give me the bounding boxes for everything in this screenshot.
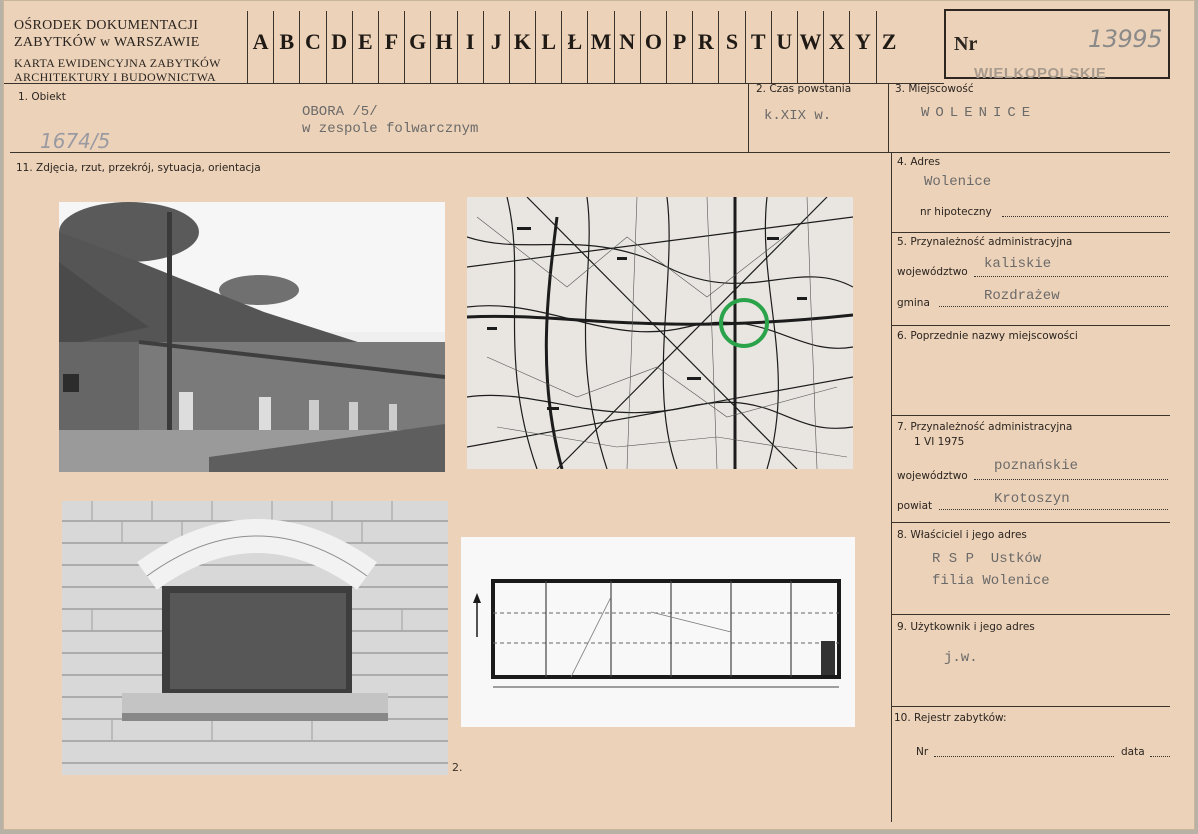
czas-value: k.XIX w. (764, 108, 832, 124)
index-letter: C (299, 11, 325, 83)
przynaleznosc-7-label: 7. Przynależność administracyjna (897, 421, 1073, 433)
institution-name: OŚRODEK DOKUMENTACJI ZABYTKÓW w WARSZAWI… (14, 17, 200, 51)
index-letter: X (823, 11, 849, 83)
rule (891, 232, 1170, 233)
gmina-line (939, 306, 1168, 307)
index-letter: K (508, 11, 535, 83)
index-letter: S (718, 11, 744, 83)
index-letter: E (351, 11, 378, 83)
rejestr-nr-line (934, 756, 1114, 757)
wojewodztwo-value: kaliskie (984, 256, 1052, 272)
rule (888, 83, 889, 152)
index-letter: W (796, 11, 823, 83)
index-letter: Y (849, 11, 875, 83)
wojewodztwo-7-value: poznańskie (994, 458, 1079, 474)
record-card: OŚRODEK DOKUMENTACJI ZABYTKÓW w WARSZAWI… (3, 0, 1195, 830)
rejestr-data-label: data (1121, 746, 1145, 758)
czas-label: 2. Czas powstania (756, 83, 852, 95)
index-letter: A (247, 11, 273, 83)
powiat-value: Krotoszyn (994, 491, 1070, 507)
nr-value: 13995 (1088, 25, 1162, 53)
powiat-line (939, 509, 1168, 510)
index-letter: N (613, 11, 640, 83)
index-letter: R (692, 11, 718, 83)
gmina-label: gmina (897, 297, 930, 309)
window-detail-photo (62, 501, 448, 775)
card-type: KARTA EWIDENCYJNA ZABYTKÓW ARCHITEKTURY … (14, 56, 221, 84)
rule (748, 83, 749, 152)
gmina-value: Rozdrażew (984, 288, 1060, 304)
wlasciciel-value-2: filia Wolenice (932, 573, 1050, 589)
adres-value: Wolenice (924, 174, 992, 190)
hipoteczny-line (1002, 216, 1168, 217)
zdjecia-label: 11. Zdjęcia, rzut, przekrój, sytuacja, o… (16, 162, 261, 174)
index-letter: H (430, 11, 456, 83)
rule (891, 325, 1170, 326)
wojewodztwo-line (974, 276, 1168, 277)
powiat-label: powiat (897, 500, 933, 512)
poprzednie-nazwy-label: 6. Poprzednie nazwy miejscowości (897, 330, 1078, 342)
obiekt-label: 1. Obiekt (18, 91, 66, 103)
wojewodztwo-label: województwo (897, 266, 968, 278)
wlasciciel-label: 8. Właściciel i jego adres (897, 529, 1027, 541)
rule (891, 415, 1170, 416)
wlasciciel-value-1: R S P Ustków (932, 551, 1042, 567)
floor-plan (461, 537, 855, 727)
miejscowosc-value: WOLENICE (921, 105, 1037, 121)
index-letter: T (744, 11, 771, 83)
institution-line-2: ZABYTKÓW w WARSZAWIE (14, 35, 200, 50)
barn-photo (59, 202, 445, 472)
index-letter: J (482, 11, 509, 83)
card-type-line-1: KARTA EWIDENCYJNA ZABYTKÓW (14, 56, 221, 70)
rule (891, 614, 1170, 615)
index-letter: L (535, 11, 561, 83)
obiekt-value-1: OBORA /5/ (302, 104, 378, 120)
index-letter: Ł (561, 11, 587, 83)
index-letter: U (770, 11, 797, 83)
alphabet-index: ABCDEFGHIJKLŁMNOPRSTUWXYZ (247, 11, 902, 83)
uzytkownik-value: j.w. (944, 650, 978, 666)
region-stamp: WIELKOPOLSKIE (974, 65, 1107, 82)
adres-label: 4. Adres (897, 156, 941, 168)
index-letter: O (639, 11, 666, 83)
index-letter: M (587, 11, 613, 83)
index-letter: B (273, 11, 299, 83)
wojewodztwo-7-label: województwo (897, 470, 968, 482)
photo-mark: 2. (452, 761, 463, 774)
obiekt-value-2: w zespole folwarcznym (302, 121, 479, 137)
institution-line-1: OŚRODEK DOKUMENTACJI (14, 18, 199, 33)
rule (891, 706, 1170, 707)
uzytkownik-label: 9. Użytkownik i jego adres (897, 621, 1035, 633)
card-type-line-2: ARCHITEKTURY I BUDOWNICTWA (14, 70, 217, 84)
hipoteczny-label: nr hipoteczny (920, 206, 992, 218)
przynaleznosc-7-date: 1 VI 1975 (914, 436, 965, 448)
index-letter: G (404, 11, 430, 83)
index-letter: D (325, 11, 352, 83)
przynaleznosc-5-label: 5. Przynależność administracyjna (897, 236, 1073, 248)
rule (891, 152, 892, 822)
handwritten-inventory-number: 1674/5 (40, 129, 111, 153)
rejestr-data-line (1150, 756, 1170, 757)
index-letter: I (456, 11, 483, 83)
rule (891, 522, 1170, 523)
index-letter: Z (875, 11, 902, 83)
miejscowosc-label: 3. Miejscowość (895, 83, 974, 95)
wojewodztwo-7-line (974, 479, 1168, 480)
index-letter: P (666, 11, 692, 83)
nr-label: Nr (954, 33, 978, 55)
index-letter: F (377, 11, 404, 83)
rule (10, 152, 1170, 153)
rejestr-label: 10. Rejestr zabytków: (894, 712, 1007, 724)
location-map (467, 197, 853, 469)
rejestr-nr-label: Nr (916, 746, 929, 758)
